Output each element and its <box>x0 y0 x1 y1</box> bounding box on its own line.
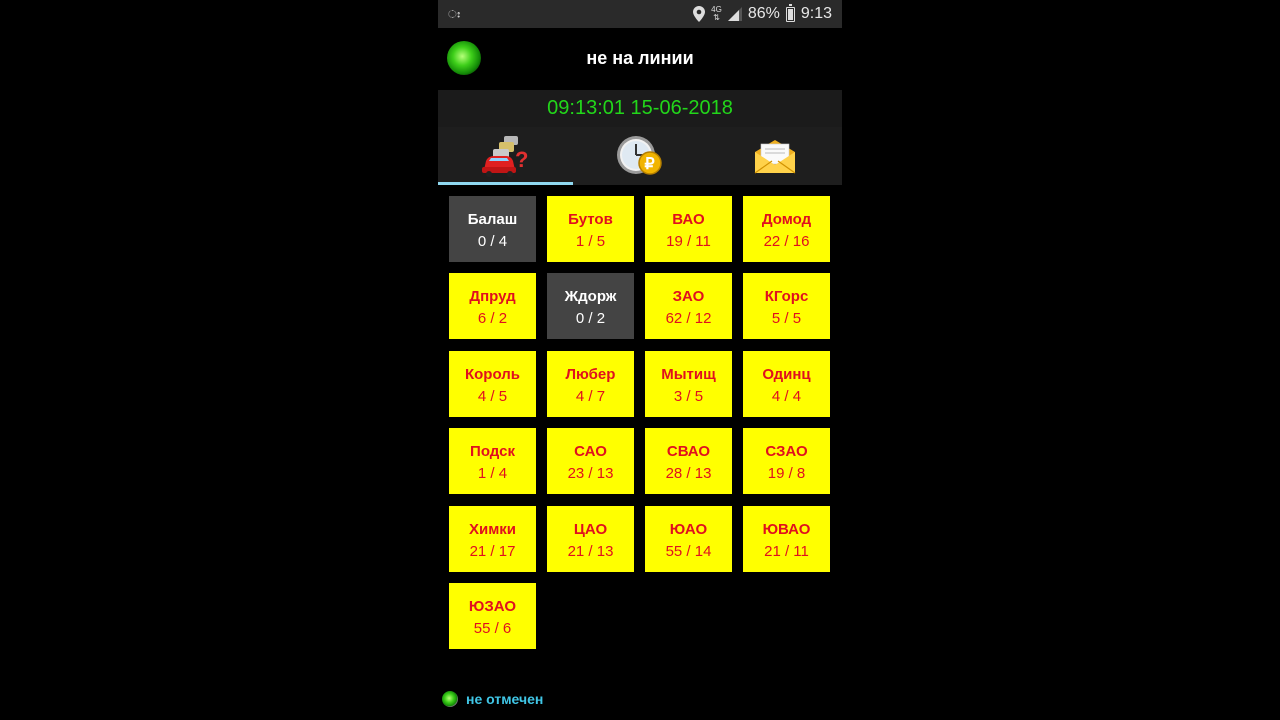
zone-name: ЮЗАО <box>468 598 517 615</box>
app-header: не на линии <box>438 28 842 90</box>
zone-name: Любер <box>565 366 616 383</box>
zone-count: 4 / 5 <box>477 388 508 405</box>
tab-messages[interactable] <box>707 127 842 185</box>
zone-name: СВАО <box>666 443 711 460</box>
zone-name: Король <box>464 366 521 383</box>
zone-name: Дпруд <box>469 288 516 305</box>
zone-count: 55 / 6 <box>473 620 512 637</box>
zone-name: Подск <box>470 443 515 460</box>
zone-tile[interactable]: Любер 4 / 7 <box>547 351 634 417</box>
zone-name: Мытищ <box>661 366 716 383</box>
zone-tile[interactable]: ЮЗАО 55 / 6 <box>449 583 536 649</box>
zone-name: КГорс <box>764 288 809 305</box>
svg-text:₽: ₽ <box>645 156 655 173</box>
network-label: 4G <box>711 5 722 14</box>
zone-name: Балаш <box>467 211 518 228</box>
zone-tile[interactable]: САО 23 / 13 <box>547 428 634 494</box>
zone-count: 21 / 17 <box>469 543 516 560</box>
zone-tile[interactable]: ЗАО 62 / 12 <box>645 273 732 339</box>
clock-ruble-icon: ₽ <box>615 133 665 179</box>
zone-tile[interactable]: Подск 1 / 4 <box>449 428 536 494</box>
zone-count: 6 / 2 <box>477 310 508 327</box>
zone-count: 0 / 4 <box>477 233 508 250</box>
zone-name: ЦАО <box>573 521 608 538</box>
zone-name: Химки <box>468 521 517 538</box>
zone-name: САО <box>574 443 607 460</box>
zone-count: 19 / 8 <box>767 465 806 482</box>
zone-name: Бутов <box>568 211 613 228</box>
clock-bar: 09:13:01 15-06-2018 <box>438 90 842 127</box>
zone-count: 5 / 5 <box>771 310 802 327</box>
zone-count: 23 / 13 <box>567 465 614 482</box>
zone-count: 3 / 5 <box>673 388 704 405</box>
datetime-label: 09:13:01 15-06-2018 <box>547 97 733 119</box>
zone-name: ЮАО <box>669 521 708 538</box>
zone-count: 1 / 4 <box>477 465 508 482</box>
zone-tile[interactable]: Мытищ 3 / 5 <box>645 351 732 417</box>
zone-count: 21 / 11 <box>764 543 809 560</box>
notification-icon: ഃ <box>448 9 461 21</box>
zone-tile[interactable]: ЮАО 55 / 14 <box>645 506 732 572</box>
zone-count: 19 / 11 <box>666 233 711 250</box>
footer-status: не отмечен <box>442 689 543 709</box>
envelope-icon <box>752 136 798 176</box>
zone-count: 21 / 13 <box>567 543 614 560</box>
tab-bar: ? ₽ <box>438 127 842 185</box>
status-time: 9:13 <box>800 5 832 22</box>
tab-queue[interactable]: ? <box>438 127 573 185</box>
zone-count: 1 / 5 <box>575 233 606 250</box>
zone-tile[interactable]: Ждорж 0 / 2 <box>547 273 634 339</box>
driver-status-title: не на линии <box>586 48 694 68</box>
zone-tile[interactable]: СЗАО 19 / 8 <box>743 428 830 494</box>
zone-name: ЗАО <box>672 288 705 305</box>
zone-name: Одинц <box>762 366 811 383</box>
zone-tile[interactable]: Балаш 0 / 4 <box>449 196 536 262</box>
phone-screen: ഃ 4G ⇅ 86% 9:13 не на линии 09:13:01 15-0… <box>438 0 842 720</box>
network-4g-icon: 4G ⇅ <box>711 5 722 22</box>
zone-count: 62 / 12 <box>665 310 712 327</box>
zone-tile[interactable]: ЮВАО 21 / 11 <box>743 506 830 572</box>
zone-count: 28 / 13 <box>665 465 712 482</box>
zone-name: ВАО <box>672 211 705 228</box>
zone-tile[interactable]: КГорс 5 / 5 <box>743 273 830 339</box>
battery-icon <box>785 3 795 22</box>
zone-name: Домод <box>761 211 812 228</box>
zone-count: 22 / 16 <box>763 233 810 250</box>
zone-name: Ждорж <box>564 288 617 305</box>
zone-name: ЮВАО <box>762 521 811 538</box>
cars-question-icon: ? <box>480 134 530 178</box>
tab-tariffs[interactable]: ₽ <box>573 127 708 185</box>
zone-tile[interactable]: ВАО 19 / 11 <box>645 196 732 262</box>
signal-icon <box>727 7 742 21</box>
zone-tile[interactable]: ЦАО 21 / 13 <box>547 506 634 572</box>
zone-tile[interactable]: Домод 22 / 16 <box>743 196 830 262</box>
zone-count: 0 / 2 <box>575 310 606 327</box>
zone-tile[interactable]: СВАО 28 / 13 <box>645 428 732 494</box>
footer-led-icon <box>442 691 458 707</box>
footer-status-label: не отмечен <box>466 691 544 707</box>
zone-tile[interactable]: Одинц 4 / 4 <box>743 351 830 417</box>
zone-tile[interactable]: Бутов 1 / 5 <box>547 196 634 262</box>
zone-tile[interactable]: Химки 21 / 17 <box>449 506 536 572</box>
zone-tile[interactable]: Король 4 / 5 <box>449 351 536 417</box>
zone-count: 55 / 14 <box>665 543 712 560</box>
svg-text:?: ? <box>515 147 528 172</box>
zone-tile[interactable]: Дпруд 6 / 2 <box>449 273 536 339</box>
zone-count: 4 / 4 <box>771 388 802 405</box>
android-status-bar: ഃ 4G ⇅ 86% 9:13 <box>438 0 842 28</box>
location-icon <box>693 6 706 22</box>
zone-name: СЗАО <box>765 443 808 460</box>
battery-percent: 86% <box>747 5 780 22</box>
zone-count: 4 / 7 <box>575 388 606 405</box>
